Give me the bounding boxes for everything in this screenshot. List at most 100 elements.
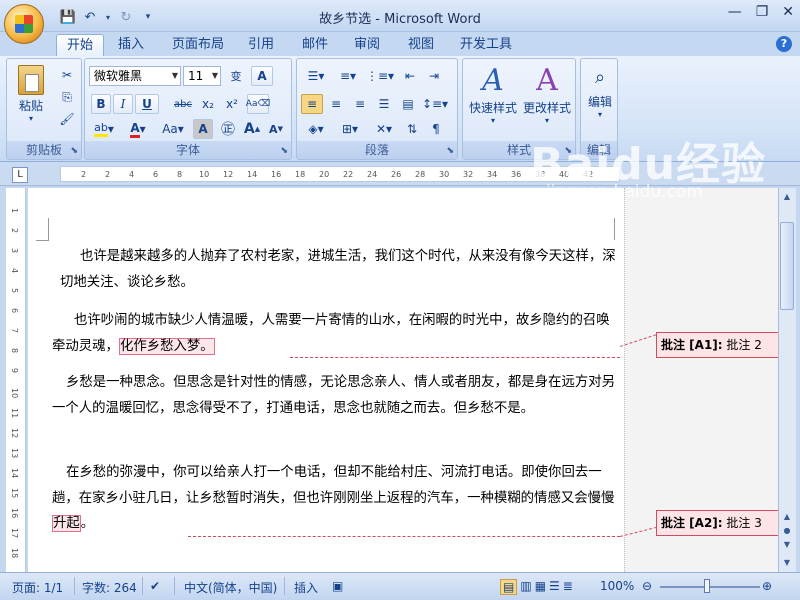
status-bar: 页面: 1/1 字数: 264 ✔ 中文(简体，中国) 插入 ▣ ▤ ▥ ▦ ☰… — [0, 572, 800, 600]
minimize-icon[interactable]: — — [728, 4, 742, 20]
shrink-font-icon[interactable]: A ▼ — [265, 119, 287, 139]
decrease-indent-icon[interactable]: ⇤ — [399, 66, 421, 86]
chevron-down-icon: ▾ — [490, 116, 495, 125]
subscript-button[interactable]: x₂ — [197, 94, 219, 114]
paragraph-2[interactable]: 也许吵闹的城市缺少人情温暖，人需要一片寄情的山水，在闲暇的时光中，故乡隐约的召唤… — [52, 308, 618, 359]
quick-styles-button[interactable]: A 快速样式 ▾ — [467, 63, 519, 133]
comment-label: 批注 [A1]: — [661, 338, 723, 352]
tab-selector-icon[interactable]: L — [12, 167, 28, 183]
superscript-button[interactable]: x² — [221, 94, 243, 114]
scroll-down-icon[interactable]: ▼ — [780, 556, 794, 570]
font-name-value: 微软雅黑 — [94, 69, 143, 83]
clipboard-launcher-icon[interactable]: ⬊ — [70, 146, 78, 156]
tab-view[interactable]: 视图 — [398, 34, 444, 56]
scroll-up-icon[interactable]: ▲ — [780, 190, 794, 204]
paragraph-launcher-icon[interactable]: ⬊ — [446, 146, 454, 156]
align-left-icon[interactable]: ≡ — [301, 94, 323, 114]
grow-font-label: A — [243, 121, 255, 137]
tab-insert[interactable]: 插入 — [108, 34, 154, 56]
scroll-thumb[interactable] — [780, 222, 794, 310]
macro-record-icon[interactable]: ▣ — [332, 579, 343, 593]
copy-icon[interactable]: ⎘ — [57, 87, 77, 107]
tab-developer[interactable]: 开发工具 — [450, 34, 522, 56]
phonetic-guide-icon[interactable]: 变 — [225, 66, 247, 86]
full-screen-reading-icon[interactable]: ▥ — [520, 579, 531, 595]
proofing-icon[interactable]: ✔ — [150, 579, 160, 593]
comment-anchor-a1[interactable]: 化作乡愁入梦。 — [118, 337, 215, 355]
outline-view-icon[interactable]: ☰ — [549, 579, 560, 595]
language-indicator[interactable]: 中文(简体，中国) — [184, 579, 277, 596]
increase-indent-icon[interactable]: ⇥ — [423, 66, 445, 86]
chevron-down-icon[interactable]: ▼ — [212, 67, 218, 85]
maximize-icon[interactable]: ❐ — [756, 4, 769, 20]
web-layout-icon[interactable]: ▦ — [535, 579, 546, 595]
numbering-icon[interactable]: ≡▾ — [333, 66, 363, 86]
office-button[interactable] — [4, 4, 44, 44]
page-count[interactable]: 页面: 1/1 — [12, 579, 63, 596]
tab-home[interactable]: 开始 — [56, 34, 105, 56]
underline-button[interactable]: U — [135, 94, 159, 114]
print-layout-view-icon[interactable]: ▤ — [500, 579, 518, 595]
font-color-icon[interactable]: A ▾ — [123, 119, 153, 139]
show-marks-icon[interactable]: ¶ — [425, 119, 447, 139]
font-launcher-icon[interactable]: ⬊ — [280, 146, 288, 156]
align-right-icon[interactable]: ≡ — [349, 94, 371, 114]
paragraph-1[interactable]: 也许是越来越多的人抛弃了农村老家，进城生活，我们这个时代，从来没有像今天这样，深… — [52, 244, 618, 295]
tab-review[interactable]: 审阅 — [344, 34, 390, 56]
zoom-level[interactable]: 100% — [600, 579, 634, 593]
editing-button[interactable]: ⌕ 编辑 ▾ — [583, 63, 617, 133]
clear-format-icon[interactable]: Aa⌫ — [246, 94, 270, 114]
draft-view-icon[interactable]: ≣ — [563, 579, 573, 595]
italic-button[interactable]: I — [113, 94, 133, 114]
zoom-out-icon[interactable]: ⊖ — [642, 579, 652, 593]
bold-button[interactable]: B — [91, 94, 111, 114]
ruler-tick: 16 — [271, 170, 282, 179]
multilevel-list-icon[interactable]: ⋮≡▾ — [365, 66, 395, 86]
zoom-in-icon[interactable]: ⊕ — [762, 579, 772, 593]
chinese-layout-icon[interactable]: ✕▾ — [369, 119, 399, 139]
line-spacing-icon[interactable]: ↕≡▾ — [421, 94, 449, 114]
highlight-color-icon[interactable]: ab ▾ — [89, 119, 119, 139]
browse-object-icon[interactable]: ● — [780, 524, 794, 538]
paste-button[interactable]: 粘贴 ▾ — [11, 63, 51, 125]
cut-icon[interactable]: ✂ — [57, 65, 77, 85]
comment-anchor-a2[interactable]: 升起 — [52, 515, 81, 532]
bullets-icon[interactable]: ☰▾ — [301, 66, 331, 86]
grow-font-icon[interactable]: A ▲ — [241, 119, 263, 139]
chevron-down-icon[interactable]: ▼ — [172, 67, 178, 85]
align-center-icon[interactable]: ≡ — [325, 94, 347, 114]
shading-icon[interactable]: ◈▾ — [301, 119, 331, 139]
sort-icon[interactable]: ⇅ — [401, 119, 423, 139]
tab-references[interactable]: 引用 — [238, 34, 284, 56]
char-border-icon[interactable]: A — [251, 66, 273, 86]
justify-icon[interactable]: ☰ — [373, 94, 395, 114]
prev-page-icon[interactable]: ▲ — [780, 510, 794, 524]
strikethrough-button[interactable]: abc — [171, 94, 195, 114]
margin-corner-mark — [614, 218, 615, 240]
comment-balloon-a1[interactable]: 批注 [A1]: 批注 2 — [656, 332, 778, 358]
char-shading-icon[interactable]: A — [193, 119, 213, 139]
word-count[interactable]: 字数: 264 — [82, 579, 137, 596]
distribute-icon[interactable]: ▤ — [397, 94, 419, 114]
borders-icon[interactable]: ⊞▾ — [335, 119, 365, 139]
paragraph-3[interactable]: 乡愁是一种思念。但思念是针对性的情感，无论思念亲人、情人或者朋友，都是身在远方对… — [52, 370, 618, 421]
enclose-char-icon[interactable]: ㊣ — [217, 119, 239, 139]
close-icon[interactable]: ✕ — [782, 4, 794, 20]
change-case-button[interactable]: Aa ▾ — [157, 119, 189, 139]
tab-page-layout[interactable]: 页面布局 — [162, 34, 234, 56]
comment-leader-line — [188, 536, 620, 537]
paragraph-4[interactable]: 在乡愁的弥漫中，你可以给亲人打一个电话，但却不能给村庄、河流打电话。即使你回去一… — [52, 460, 618, 537]
comment-balloon-a2[interactable]: 批注 [A2]: 批注 3 — [656, 510, 778, 536]
help-icon[interactable]: ? — [776, 36, 792, 52]
format-painter-icon[interactable]: 🖌 — [57, 109, 77, 129]
next-page-icon[interactable]: ▼ — [780, 538, 794, 552]
zoom-slider-track[interactable] — [660, 586, 760, 588]
zoom-slider-thumb[interactable] — [704, 579, 710, 593]
font-name-combo[interactable]: 微软雅黑 ▼ — [89, 66, 181, 86]
paste-dropdown-icon[interactable]: ▾ — [11, 114, 51, 123]
insert-mode[interactable]: 插入 — [294, 579, 318, 596]
tab-mailings[interactable]: 邮件 — [292, 34, 338, 56]
change-styles-button[interactable]: A 更改样式 ▾ — [521, 63, 573, 133]
font-size-combo[interactable]: 11 ▼ — [183, 66, 221, 86]
ruler-tick: 22 — [343, 170, 354, 179]
